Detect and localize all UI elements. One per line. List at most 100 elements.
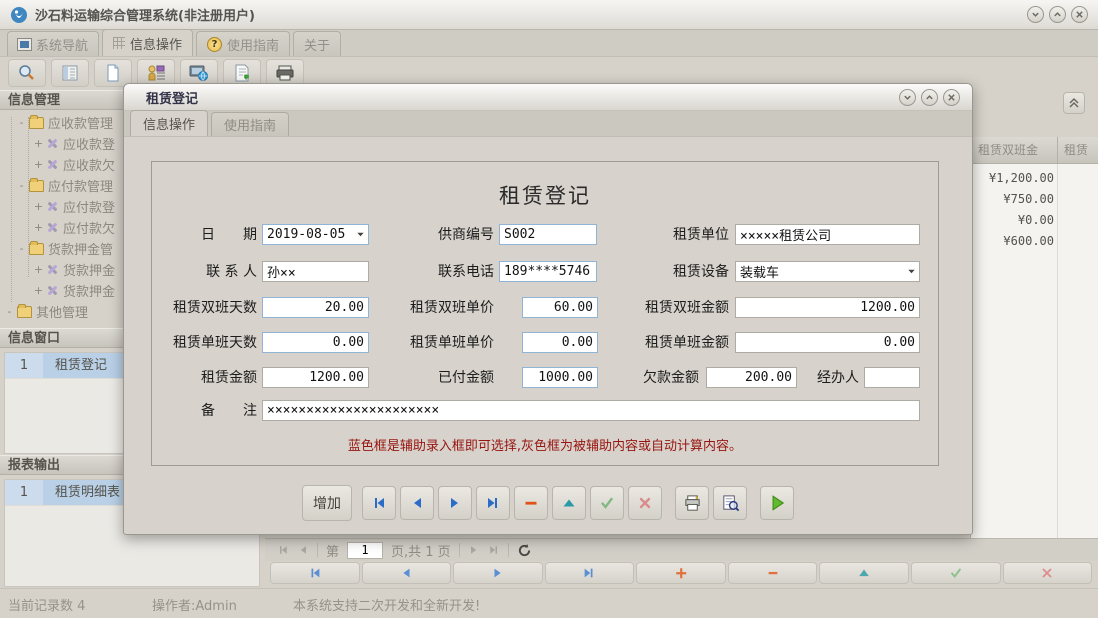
dialog-title-bar[interactable]: 租赁登记 [124,84,972,111]
form-title: 租赁登记 [152,180,938,210]
form-view-button[interactable] [51,59,89,87]
app-window: 沙石料运输综合管理系统(非注册用户) 系统导航 信息操作 使用指南 [0,0,1098,618]
dialog-tab-info-ops[interactable]: 信息操作 [130,110,208,136]
window-restore-button[interactable] [1049,6,1066,23]
single-price-input[interactable] [522,332,598,353]
page-next-icon[interactable] [468,544,480,556]
record-edit-button[interactable] [819,562,909,584]
dialog-close-button[interactable] [943,89,960,106]
single-days-input[interactable] [262,332,369,353]
record-add-button[interactable] [636,562,726,584]
play-icon [768,494,786,512]
print-preview-button[interactable] [713,486,747,520]
title-bar: 沙石料运输综合管理系统(非注册用户) [0,0,1098,30]
last-record-button[interactable] [476,486,510,520]
column-header-lease[interactable]: 租赁 [1057,137,1098,163]
grid-icon [113,37,125,49]
first-record-button[interactable] [362,486,396,520]
list-item-number: 1 [5,353,43,378]
record-cancel-button[interactable] [1003,562,1093,584]
record-last-button[interactable] [545,562,635,584]
tree-toggle[interactable]: + [33,221,44,234]
lease-unit-input[interactable] [735,224,920,245]
tab-about[interactable]: 关于 [293,31,341,56]
double-days-input[interactable] [262,297,369,318]
page-first-icon[interactable] [277,544,289,556]
tab-user-guide[interactable]: 使用指南 [196,31,290,56]
double-price-input[interactable] [522,297,598,318]
double-amount-input[interactable] [735,297,920,318]
record-confirm-button[interactable] [911,562,1001,584]
run-button[interactable] [760,486,794,520]
contact-input[interactable] [262,261,369,282]
lease-registration-dialog: 租赁登记 信息操作 使用指南 租赁登记 日 期 [123,83,973,535]
prev-record-button[interactable] [400,486,434,520]
separator [459,543,460,557]
contact-label: 联 系 人 [197,261,257,283]
tree-toggle[interactable]: - [16,179,27,192]
page-prev-icon[interactable] [297,544,309,556]
edit-record-button[interactable] [552,486,586,520]
table-row[interactable]: ¥1,200.00 [971,168,1098,189]
remark-input[interactable] [262,400,920,421]
form-row-3: 租赁双班天数 租赁双班单价 租赁双班金额 [152,297,938,319]
print-preview-icon [721,494,740,513]
tree-toggle[interactable]: - [16,116,27,129]
record-next-button[interactable] [453,562,543,584]
collapse-panel-button[interactable] [1063,92,1085,114]
record-first-button[interactable] [270,562,360,584]
record-delete-button[interactable] [728,562,818,584]
equipment-select[interactable]: 装载车 [735,261,920,282]
single-amount-input[interactable] [735,332,920,353]
lease-amount-label: 租赁金额 [182,367,257,389]
page-total-label: 页,共 1 页 [391,541,451,560]
tree-toggle[interactable]: - [4,305,15,318]
tab-label: 使用指南 [227,35,279,54]
double-chevron-up-icon [1068,97,1080,109]
lease-amount-input[interactable] [262,367,369,388]
delete-record-button[interactable] [514,486,548,520]
column-header-lease-double-amount[interactable]: 租赁双班金 [971,137,1057,163]
print-button[interactable] [675,486,709,520]
next-record-button[interactable] [438,486,472,520]
window-close-button[interactable] [1071,6,1088,23]
tree-toggle[interactable]: + [33,158,44,171]
record-prev-button[interactable] [362,562,452,584]
dialog-tab-guide[interactable]: 使用指南 [211,112,289,136]
operator-status: 操作者:Admin [152,595,237,614]
tree-label: 应收款管理 [48,113,113,132]
equipment-value: 装载车 [736,262,903,281]
handler-input[interactable] [864,367,920,388]
tree-label: 货款押金 [63,260,115,279]
cancel-button[interactable] [628,486,662,520]
search-icon [17,63,37,83]
tree-toggle[interactable]: + [33,263,44,276]
tab-system-nav[interactable]: 系统导航 [7,31,99,56]
table-row[interactable]: ¥600.00 [971,231,1098,252]
phone-label: 联系电话 [432,261,494,283]
table-row[interactable]: ¥0.00 [971,210,1098,231]
page-last-icon[interactable] [488,544,500,556]
tree-toggle[interactable]: - [16,242,27,255]
pagination-bar: 第 页,共 1 页 [265,538,1098,561]
table-row[interactable]: ¥750.00 [971,189,1098,210]
paid-amount-input[interactable] [522,367,598,388]
tree-toggle[interactable]: + [33,284,44,297]
owed-amount-input[interactable] [706,367,797,388]
date-select[interactable]: 2019-08-05 [262,224,369,245]
window-minimize-button[interactable] [1027,6,1044,23]
dialog-restore-button[interactable] [921,89,938,106]
search-button[interactable] [8,59,46,87]
table-header-row: 租赁双班金 租赁 [971,137,1098,164]
phone-input[interactable] [499,261,597,282]
tree-toggle[interactable]: + [33,200,44,213]
tree-toggle[interactable]: + [33,137,44,150]
confirm-button[interactable] [590,486,624,520]
supplier-code-input[interactable] [499,224,597,245]
add-button[interactable]: 增加 [302,485,352,521]
tab-info-ops[interactable]: 信息操作 [102,29,193,56]
refresh-icon[interactable] [517,543,532,558]
dialog-minimize-button[interactable] [899,89,916,106]
page-number-input[interactable] [347,542,383,559]
close-icon [1075,10,1084,19]
